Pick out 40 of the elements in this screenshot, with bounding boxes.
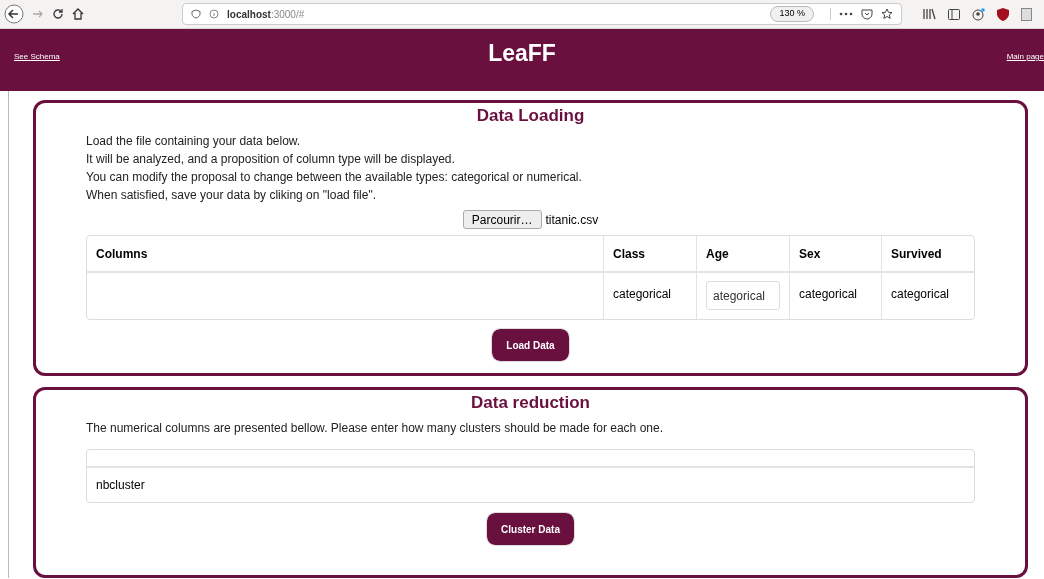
- type-input[interactable]: ategorical: [706, 281, 780, 310]
- home-icon[interactable]: [72, 8, 84, 20]
- zoom-level[interactable]: 130 %: [770, 6, 814, 22]
- section-title: Data reduction: [471, 392, 590, 414]
- column-header: Age: [696, 236, 789, 273]
- load-data-button[interactable]: Load Data: [492, 329, 569, 361]
- page-icon[interactable]: [1021, 7, 1032, 21]
- app-title: LeaFF: [487, 39, 557, 68]
- more-icon[interactable]: [839, 12, 853, 16]
- table-cell: categorical: [789, 273, 881, 319]
- table-cell: categorical: [881, 273, 974, 319]
- shield-extension-icon[interactable]: [997, 7, 1009, 21]
- library-icon[interactable]: [923, 8, 936, 20]
- instruction-text: You can modify the proposal to change between the available types: categorical or numerical.: [86, 169, 582, 186]
- file-name: titanic.csv: [545, 211, 599, 229]
- address-bar[interactable]: localhost:3000/# 130 %: [182, 3, 902, 25]
- column-header: Class: [603, 236, 696, 273]
- column-header: Survived: [881, 236, 974, 273]
- pocket-icon[interactable]: [861, 8, 873, 20]
- column-header: Sex: [789, 236, 881, 273]
- account-icon[interactable]: [972, 7, 985, 21]
- section-title: Data Loading: [476, 105, 585, 127]
- back-icon[interactable]: [4, 4, 24, 24]
- sidebar-icon[interactable]: [948, 8, 960, 20]
- instruction-text: It will be analyzed, and a proposition of column type will be displayed.: [86, 151, 455, 168]
- row-label: nbcluster: [95, 477, 146, 494]
- cluster-data-button[interactable]: Cluster Data: [487, 513, 574, 545]
- instruction-text: When satisfied, save your data by cliking on "load file".: [86, 187, 376, 204]
- reload-icon[interactable]: [52, 8, 64, 20]
- url-text: localhost:3000/#: [227, 7, 305, 22]
- star-icon[interactable]: [881, 8, 893, 20]
- info-icon: [209, 9, 219, 19]
- instruction-text: Load the file containing your data below.: [86, 133, 301, 150]
- main-page-link[interactable]: Main page: [1006, 51, 1044, 63]
- shield-icon: [191, 9, 201, 19]
- browse-button[interactable]: Parcourir…: [462, 210, 542, 229]
- column-header: Columns: [87, 236, 603, 273]
- table-cell: categorical: [603, 273, 696, 319]
- see-schema-link[interactable]: See Schema: [14, 51, 60, 63]
- description-text: The numerical columns are presented bellow. Please enter how many clusters should be made for each one.: [86, 420, 664, 437]
